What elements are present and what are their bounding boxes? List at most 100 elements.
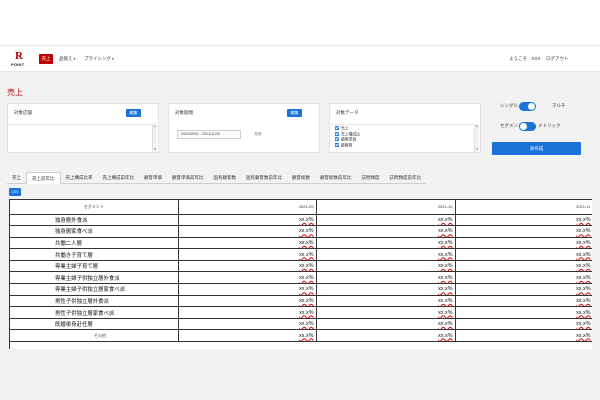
value-cell: xx.x% <box>316 283 456 296</box>
logout-link[interactable]: ログアウト <box>546 55 569 63</box>
tab-sales[interactable]: 売上 <box>7 172 26 184</box>
page-title: 売上 <box>7 88 23 97</box>
create-table-button[interactable]: 表作成 <box>492 142 581 155</box>
checkbox-checked-icon[interactable] <box>335 137 339 141</box>
tab-total-customers[interactable]: 顧客総数 <box>287 172 315 184</box>
value-cell: xx.x% <box>178 248 317 261</box>
value-cell: xx.x% <box>178 283 317 296</box>
value-cell: xx.x% <box>316 271 456 285</box>
value-cell: xx.x% <box>455 248 592 261</box>
period-granularity: 月次 <box>254 132 262 136</box>
value-text: xx.x% <box>438 263 453 270</box>
value-cell: xx.x% <box>178 318 317 331</box>
data-option-label: 顧客数 <box>341 143 353 147</box>
value-text: xx.x% <box>438 309 453 316</box>
segment-cell: 専業主婦子育て層 <box>10 260 179 273</box>
value-cell: xx.x% <box>316 237 456 250</box>
value-text: xx.x% <box>438 286 453 293</box>
value-text: xx.x% <box>299 321 314 328</box>
nav-pricing[interactable]: プライシング▾ <box>84 55 114 63</box>
value-text: xx.x% <box>299 263 314 270</box>
checkbox-checked-icon[interactable] <box>335 142 339 147</box>
column-header-month: 2021-11 <box>455 200 592 215</box>
tab-unit-price-yoy[interactable]: 顧客単価前年比 <box>167 172 209 184</box>
value-text: xx.x% <box>299 228 314 235</box>
multi-mode-label: マルチ <box>552 103 566 108</box>
column-header-month: 2021-10 <box>316 200 456 215</box>
value-text: xx.x% <box>576 297 591 304</box>
scroll-up-icon[interactable]: ▲ <box>153 125 157 128</box>
tab-total-customers-yoy[interactable]: 顧客総数前年比 <box>315 172 357 184</box>
top-header: R POINT 売上 品揃え▾ プライシング▾ ようこそ XXX ログアウト <box>0 47 600 72</box>
nav-assortment[interactable]: 品揃え▾ <box>59 55 75 63</box>
period-range-field[interactable]: 2021/09/01 - 2021/11/30 <box>177 130 241 139</box>
tab-sales-yoy[interactable]: 売上前年比 <box>26 172 61 184</box>
value-text: xx.x% <box>299 216 314 223</box>
edit-period-button[interactable]: 編集 <box>287 109 302 117</box>
tab-unit-price[interactable]: 顧客単価 <box>139 172 167 184</box>
segment-metric-toggle[interactable] <box>519 121 536 131</box>
csv-download-button[interactable]: CSV <box>9 188 21 196</box>
tab-visit-frequency-yoy[interactable]: 訪問頻度前年比 <box>384 172 426 184</box>
nav-sales[interactable]: 売上 <box>39 54 53 64</box>
scroll-down-icon[interactable]: ▼ <box>153 148 157 151</box>
segment-cell: 専業主婦子供独立層家食べ派 <box>10 283 179 296</box>
value-cell: xx.x% <box>455 225 592 238</box>
toggle-knob <box>520 122 527 130</box>
segment-cell: その他 <box>10 329 179 343</box>
value-text: xx.x% <box>299 297 314 304</box>
checkbox-checked-icon[interactable] <box>335 131 339 136</box>
value-text: xx.x% <box>438 239 453 246</box>
tab-unique-customers-yoy[interactable]: 固有顧客数前年比 <box>241 172 287 184</box>
rakuten-point-logo[interactable]: R POINT <box>11 50 27 68</box>
tab-sales-composition-yoy[interactable]: 売上構成前年比 <box>97 172 139 184</box>
logo-letter: R <box>15 50 23 62</box>
chevron-down-icon: ▾ <box>73 57 76 61</box>
value-cell: xx.x% <box>455 295 592 308</box>
segment-cell: 男性子供独立層家食べ派 <box>10 306 179 319</box>
value-text: xx.x% <box>576 274 591 281</box>
value-cell: xx.x% <box>178 225 317 238</box>
segment-cell: 既婚単身赴任層 <box>10 318 179 331</box>
value-text: xx.x% <box>438 321 453 328</box>
tab-unique-customers[interactable]: 固有顧客数 <box>208 172 241 184</box>
target-data-panel: 対象データ 売上 売上構成比 顧客単価 顧客数 ▲ ▼ <box>329 103 481 153</box>
column-header-month: 2021-09 <box>178 200 317 215</box>
target-period-label: 対象期間 <box>175 110 193 115</box>
store-list[interactable] <box>9 124 151 152</box>
tab-visit-frequency[interactable]: 訪問頻度 <box>356 172 385 184</box>
table-row: 専業主婦子供独立層家食べ派 xx.x% xx.x% xx.x% <box>10 283 592 296</box>
single-multi-toggle[interactable] <box>519 101 536 111</box>
value-cell: xx.x% <box>316 329 456 343</box>
value-cell: xx.x% <box>316 214 456 227</box>
value-text: xx.x% <box>299 309 314 316</box>
scroll-up-icon[interactable]: ▲ <box>475 125 479 128</box>
value-cell: xx.x% <box>455 214 592 227</box>
table-row: 既婚単身赴任層 xx.x% xx.x% xx.x% <box>10 318 592 331</box>
table-row: 男性子供独立層外食派 xx.x% xx.x% xx.x% <box>10 295 592 308</box>
data-scrollbar[interactable]: ▲ ▼ <box>474 124 479 152</box>
value-cell: xx.x% <box>316 295 456 308</box>
value-cell: xx.x% <box>178 295 317 308</box>
value-cell: xx.x% <box>455 318 592 331</box>
table-row: 専業主婦子育て層 xx.x% xx.x% xx.x% <box>10 260 592 273</box>
table-row: 専業主婦子供独立層外食派 xx.x% xx.x% xx.x% <box>10 271 592 285</box>
tab-sales-composition[interactable]: 売上構成比率 <box>60 172 98 184</box>
value-cell: xx.x% <box>455 329 592 343</box>
value-text: xx.x% <box>576 332 591 339</box>
results-table-container: セグメント 2021-09 2021-10 2021-11 独身層外食派 xx.x… <box>9 199 592 349</box>
nav-assortment-label: 品揃え <box>59 56 73 61</box>
value-cell: xx.x% <box>316 318 456 331</box>
data-option-customers[interactable]: 顧客数 <box>335 142 353 149</box>
results-table: セグメント 2021-09 2021-10 2021-11 独身層外食派 xx.x… <box>10 200 592 343</box>
checkbox-checked-icon[interactable] <box>335 126 339 130</box>
table-row: その他 xx.x% xx.x% xx.x% <box>10 329 592 343</box>
value-text: xx.x% <box>438 251 453 258</box>
value-text: xx.x% <box>438 274 453 281</box>
stores-scrollbar[interactable]: ▲ ▼ <box>152 124 157 152</box>
nav-pricing-label: プライシング <box>84 56 111 61</box>
edit-stores-button[interactable]: 編集 <box>126 109 141 117</box>
data-option-label: 売上構成比 <box>341 132 360 136</box>
scroll-down-icon[interactable]: ▼ <box>475 148 479 151</box>
value-text: xx.x% <box>576 251 591 258</box>
